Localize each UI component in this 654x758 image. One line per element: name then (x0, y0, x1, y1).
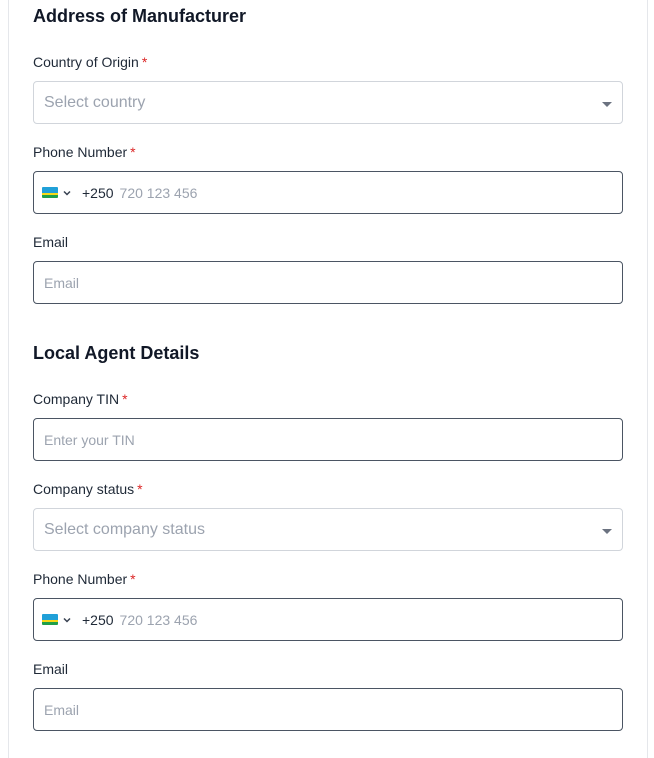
agent-email-input[interactable] (44, 701, 612, 718)
email-field-wrap (33, 261, 623, 304)
agent-phone-input[interactable] (119, 611, 614, 628)
agent-phone-label: Phone Number * (33, 571, 136, 587)
agent-email-label: Email (33, 661, 69, 677)
country-select[interactable]: Select country (33, 81, 623, 124)
rwanda-flag-icon (42, 614, 58, 625)
chevron-down-icon (63, 617, 71, 623)
section-title-manufacturer: Address of Manufacturer (33, 6, 247, 26)
chevron-down-icon (63, 190, 71, 196)
section-title-agent: Local Agent Details (33, 343, 200, 363)
company-status-select[interactable]: Select company status (33, 508, 623, 551)
email-input[interactable] (44, 274, 612, 291)
dial-code: +250 (82, 611, 114, 628)
company-status-placeholder: Select company status (44, 520, 205, 538)
tin-label: Company TIN * (33, 391, 128, 407)
dial-code: +250 (82, 184, 114, 201)
required-marker: * (130, 144, 136, 160)
required-marker: * (122, 391, 128, 407)
country-select-placeholder: Select country (44, 93, 146, 111)
caret-down-icon (602, 102, 612, 107)
required-marker: * (137, 481, 143, 497)
tin-input[interactable] (44, 431, 612, 448)
country-code-select[interactable] (42, 599, 72, 640)
country-label: Country of Origin * (33, 54, 148, 70)
status-label: Company status * (33, 481, 143, 497)
email-label: Email (33, 234, 69, 250)
phone-input[interactable] (119, 184, 614, 201)
tin-field-wrap (33, 418, 623, 461)
agent-phone-field: +250 (33, 598, 623, 641)
country-code-select[interactable] (42, 172, 72, 213)
rwanda-flag-icon (42, 187, 58, 198)
required-marker: * (141, 54, 148, 70)
phone-field: +250 (33, 171, 623, 214)
phone-label: Phone Number * (33, 144, 136, 160)
required-marker: * (130, 571, 136, 587)
agent-email-field-wrap (33, 688, 623, 731)
caret-down-icon (602, 529, 612, 534)
